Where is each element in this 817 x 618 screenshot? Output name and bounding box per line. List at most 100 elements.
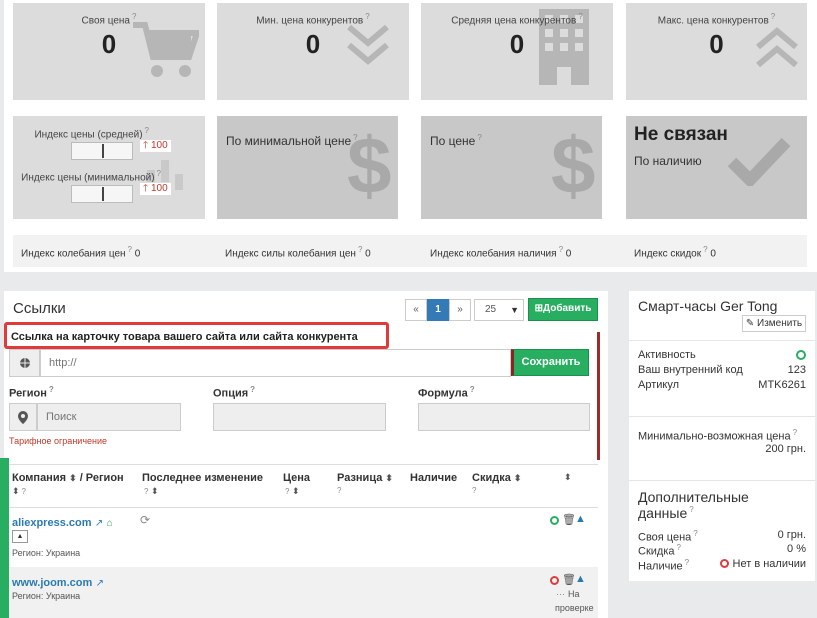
min-price-value: 0 [305,29,321,59]
price-index-avg-slider[interactable] [71,142,133,160]
article-value: MTK6261 [758,379,806,391]
trash-icon[interactable]: 🗑 [562,513,576,526]
help-icon[interactable]: ? [693,529,697,538]
spinner-icon: ⋯ [556,589,565,599]
sort-icon[interactable]: ? ⬍ [142,486,159,497]
own-price-value: 0 [101,29,117,59]
caret-down-icon: ▼ [510,305,519,315]
dollar-icon: $ [347,121,392,210]
map-marker-addon [9,403,37,431]
avg-price-label: Средняя цена конкурентов [451,15,577,27]
sort-icon[interactable]: ? ⬍ [283,486,300,497]
sort-icon[interactable]: ⬍ [564,472,572,483]
help-icon[interactable]: ? [685,558,689,567]
column-region[interactable]: / Регион [80,472,124,484]
column-discount[interactable]: Скидка [472,472,511,484]
own-price-label: Своя цена [81,15,130,27]
company-link[interactable]: aliexpress.com [12,517,92,529]
min-possible-value: 200 грн. [765,443,806,455]
link-url-input[interactable] [40,349,511,377]
not-linked-tile: Не связан По наличию [626,116,807,219]
help-icon[interactable]: ? [793,428,797,437]
help-icon[interactable]: ? [358,245,362,254]
help-icon[interactable]: ? [157,169,161,178]
column-company[interactable]: Компания [12,472,66,484]
formula-label: Формула [418,387,468,400]
column-last-change[interactable]: Последнее изменение [142,472,263,484]
help-icon[interactable]: ? [337,486,341,495]
help-icon[interactable]: ? [132,12,136,21]
sort-icon[interactable]: ⬍ [69,473,77,483]
refresh-icon[interactable]: ⟳ [140,513,150,527]
availability-label-2: Наличие [638,560,683,573]
save-button[interactable]: Сохранить [511,349,589,376]
discount-index-label: Индекс скидок [634,248,702,260]
status-active-icon [550,516,559,525]
links-title: Ссылки [13,300,66,317]
external-link-icon[interactable]: ↗ [96,578,104,589]
table-row[interactable]: www.joom.com ↗ Регион: Украина 🗑 ▲ ⋯ На … [9,567,598,618]
discount-value-2: 0 % [787,543,806,555]
column-availability[interactable]: Наличие [410,472,457,484]
help-icon[interactable]: ? [703,245,707,254]
column-diff[interactable]: Разница [337,472,382,484]
min-price-label: Мин. цена конкурентов [256,15,364,27]
avg-price-value: 0 [509,29,525,59]
help-icon[interactable]: ? [365,12,369,21]
checkmark-icon [727,137,791,186]
active-status-icon [796,350,806,360]
help-icon[interactable]: ? [559,245,563,254]
add-link-button[interactable]: ⊞Добавить [528,298,598,321]
max-price-tile: Макс. цена конкурентов? 0 [626,3,807,100]
help-icon[interactable]: ? [771,12,775,21]
formula-input[interactable] [418,403,590,431]
product-title: Смарт-часы Ger Tong [638,298,778,314]
warning-icon[interactable]: ▲ [575,513,586,525]
help-icon[interactable]: ? [578,12,582,21]
price-fluct-strength-label: Индекс силы колебания цен [225,248,356,260]
help-icon[interactable]: ? [677,543,681,552]
help-icon[interactable]: ? [689,505,693,514]
chart-thumbnail-icon[interactable]: ▲ [12,530,28,543]
internal-code-label: Ваш внутренний код [638,364,743,376]
availability-fluct-label: Индекс колебания наличия [430,248,557,260]
tariff-limit-text: Тарифное ограничение [9,436,108,446]
warning-icon[interactable]: ▲ [575,573,586,585]
help-icon[interactable]: ? [49,385,54,394]
table-row[interactable]: aliexpress.com ↗ ⌂ ▲ Регион: Украина ⟳ 🗑… [9,508,598,566]
scroll-indicator[interactable] [597,332,600,460]
pager-prev[interactable]: « [405,299,427,321]
external-link-icon[interactable]: ↗ [95,518,103,529]
column-price[interactable]: Цена [283,472,310,484]
sort-icon[interactable]: ⬍? [12,486,26,497]
article-label: Артикул [638,379,680,391]
indices-row: Индекс колебания цен? 0 Индекс силы коле… [13,235,807,267]
status-inactive-icon [550,576,559,585]
pager-next[interactable]: » [449,299,471,321]
help-icon[interactable]: ? [470,385,475,394]
help-icon[interactable]: ? [472,486,476,495]
checking-status-line1: На [568,589,580,599]
price-index-min-badge: 🡑 100 [139,182,172,196]
internal-code-value: 123 [787,364,806,376]
discount-label-2: Скидка [638,545,675,558]
help-icon[interactable]: ? [353,133,357,142]
not-linked-title: Не связан [634,124,728,145]
plus-square-icon: ⊞ [534,303,543,314]
help-icon[interactable]: ? [477,133,481,142]
region-text: Регион: Украина [12,548,81,558]
edit-button[interactable]: ✎ Изменить [742,315,806,332]
help-icon[interactable]: ? [145,126,149,135]
per-page-select[interactable]: 25 ▼ [474,299,524,321]
company-link[interactable]: www.joom.com [12,577,92,589]
region-label: Регион [9,387,47,400]
pager-page-1[interactable]: 1 [427,299,449,321]
side-indicator [0,458,9,618]
help-icon[interactable]: ? [250,385,255,394]
trash-icon[interactable]: 🗑 [562,573,576,586]
option-input[interactable] [213,403,386,431]
help-icon[interactable]: ? [128,245,132,254]
extra-data-title-1: Дополнительные [638,489,749,505]
price-index-min-slider[interactable] [71,185,133,203]
region-search-input[interactable] [37,403,181,431]
